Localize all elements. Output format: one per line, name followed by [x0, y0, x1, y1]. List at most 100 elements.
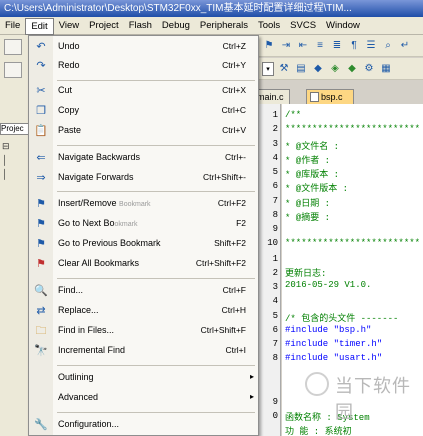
line-number: 6	[272, 325, 278, 335]
code-line: /**	[285, 110, 302, 120]
menu-peripherals[interactable]: Peripherals	[195, 18, 253, 34]
load-icon[interactable]: ▤	[294, 62, 308, 76]
incremental-find-icon: 🔭	[34, 345, 48, 357]
line-number: 1	[272, 254, 278, 264]
menu-item-label: Cut	[58, 85, 73, 95]
menu-window[interactable]: Window	[321, 18, 365, 34]
menu-file[interactable]: File	[0, 18, 25, 34]
menu-item-navigate-backwards[interactable]: ⇐ Navigate Backwards Ctrl+-	[29, 149, 258, 167]
menu-item-paste[interactable]: 📋 Paste Ctrl+V	[29, 122, 258, 140]
submenu-arrow-icon: ▸	[249, 372, 254, 381]
download-icon[interactable]: ◆	[311, 62, 325, 76]
menu-item-label: Go to Next Bookmark	[58, 218, 137, 228]
project-panel-label[interactable]: Projec	[0, 123, 30, 135]
find-toolbar-icon[interactable]: ⌕	[381, 39, 395, 53]
code-line: * @库版本 :	[285, 170, 340, 180]
menu-item-find[interactable]: 🔍 Find... Ctrl+F	[29, 282, 258, 300]
menu-item-outlining[interactable]: Outlining ▸	[29, 369, 258, 387]
menu-item-label-text: Go to Next Bo	[58, 218, 115, 228]
menu-item-incremental-find[interactable]: 🔭 Incremental Find Ctrl+I	[29, 342, 258, 360]
target-dropdown[interactable]: ▾	[262, 61, 274, 76]
menu-item-label: Find in Files...	[58, 325, 115, 335]
menu-item-shortcut: Ctrl+Y	[222, 60, 246, 70]
list-icon[interactable]: ☰	[364, 39, 378, 53]
menu-item-shortcut: Ctrl+Shift+F2	[195, 258, 246, 268]
menu-item-go-to-previous-bookmark[interactable]: ⚑ Go to Previous Bookmark Shift+F2	[29, 235, 258, 253]
menu-item-label: Replace...	[58, 305, 99, 315]
tab-bsp-c[interactable]: bsp.c	[306, 89, 354, 104]
indent-icon[interactable]: ⇥	[279, 39, 293, 53]
menu-item-insert-remove-bookmark[interactable]: ⚑ Insert/Remove Bookmark Ctrl+F2	[29, 195, 258, 213]
redo-icon: ↷	[36, 60, 46, 72]
toolbar-row-2: ▾ ⚒ ▤ ◆ ◈ ◆ ⚙ ▦	[256, 58, 423, 80]
menu-view[interactable]: View	[54, 18, 84, 34]
line-number: 8	[272, 210, 278, 220]
tree-expand-icon[interactable]: ⊟	[2, 141, 10, 152]
menu-item-redo[interactable]: ↷ Redo Ctrl+Y	[29, 57, 258, 75]
menu-project[interactable]: Project	[84, 18, 124, 34]
menu-tools[interactable]: Tools	[253, 18, 285, 34]
menu-item-label-ghost: Bookmark	[119, 201, 151, 208]
menu-item-label: Paste	[58, 125, 82, 135]
arrow-left-icon: ⇐	[36, 152, 46, 164]
menu-item-shortcut: Ctrl+-	[224, 152, 246, 162]
options-icon[interactable]: ⚒	[277, 62, 291, 76]
code-line: * @文件版本 :	[285, 184, 349, 194]
menu-separator	[57, 278, 255, 279]
step-icon[interactable]: ◈	[328, 62, 342, 76]
line-number: 3	[272, 282, 278, 292]
menu-item-copy[interactable]: ❐ Copy Ctrl+C	[29, 102, 258, 120]
menu-item-configuration[interactable]: 🔧 Configuration...	[29, 416, 258, 434]
line-number: 8	[272, 353, 278, 363]
tab-label: main.c	[257, 92, 284, 102]
tab-main-c[interactable]: main.c	[254, 89, 290, 104]
menu-item-shortcut: Ctrl+Z	[222, 41, 246, 51]
bookmark-icon: ⚑	[36, 198, 46, 210]
menu-item-navigate-forwards[interactable]: ⇒ Navigate Forwards Ctrl+Shift+-	[29, 169, 258, 187]
uncomment-icon[interactable]: ≣	[330, 39, 344, 53]
menu-edit[interactable]: Edit	[25, 18, 54, 35]
menu-svcs[interactable]: SVCS	[285, 18, 321, 34]
menu-item-replace[interactable]: ⇄ Replace... Ctrl+H	[29, 302, 258, 320]
bookmark-clear-icon: ⚑	[36, 258, 46, 270]
wrap-icon[interactable]: ↵	[398, 39, 412, 53]
run-icon[interactable]: ◆	[345, 62, 359, 76]
outdent-icon[interactable]: ⇤	[296, 39, 310, 53]
menu-item-label: Navigate Backwards	[58, 152, 141, 162]
menu-item-shortcut: Ctrl+V	[222, 125, 246, 135]
comment-icon[interactable]: ≡	[313, 39, 327, 53]
menu-item-find-in-files[interactable]: 🗀 Find in Files... Ctrl+Shift+F	[29, 322, 258, 340]
manage-icon[interactable]: ▦	[379, 62, 393, 76]
menu-separator	[57, 145, 255, 146]
settings-icon[interactable]: ⚙	[362, 62, 376, 76]
bookmark-prev-icon: ⚑	[36, 238, 46, 250]
code-line: * @文件名 :	[285, 142, 340, 152]
format-icon[interactable]: ¶	[347, 39, 361, 53]
menu-item-cut[interactable]: ✂ Cut Ctrl+X	[29, 82, 258, 100]
menu-item-shortcut: Ctrl+Shift+-	[203, 172, 246, 182]
tab-label: bsp.c	[321, 92, 343, 102]
code-line: * @日期 :	[285, 199, 331, 209]
menu-flash[interactable]: Flash	[124, 18, 157, 34]
menu-item-undo[interactable]: ↶ Undo Ctrl+Z	[29, 38, 258, 56]
new-file-icon[interactable]	[4, 39, 22, 55]
target-icon[interactable]	[4, 62, 22, 78]
editor-tabs: main.c bsp.c	[254, 87, 423, 104]
line-number: 4	[272, 296, 278, 306]
code-line: * @作者 :	[285, 156, 331, 166]
menu-item-advanced[interactable]: Advanced ▸	[29, 389, 258, 407]
left-toolbar-strip: Projec ⊟ │ │	[0, 35, 30, 436]
line-number: 10	[267, 238, 278, 248]
paste-icon: 📋	[34, 125, 48, 137]
menu-item-go-to-next-bookmark[interactable]: ⚑ Go to Next Bookmark F2	[29, 215, 258, 233]
menu-item-shortcut: Ctrl+F	[222, 285, 246, 295]
line-number: 2	[272, 268, 278, 278]
menu-debug[interactable]: Debug	[157, 18, 195, 34]
code-line: /* 包含的头文件 -------	[285, 314, 399, 324]
build-icon[interactable]: ⚑	[262, 39, 276, 53]
menu-item-label: Go to Previous Bookmark	[58, 238, 161, 248]
line-number: 9	[272, 224, 278, 234]
menu-item-clear-all-bookmarks[interactable]: ⚑ Clear All Bookmarks Ctrl+Shift+F2	[29, 255, 258, 273]
watermark-logo-icon	[305, 372, 329, 396]
menu-item-label: Navigate Forwards	[58, 172, 134, 182]
